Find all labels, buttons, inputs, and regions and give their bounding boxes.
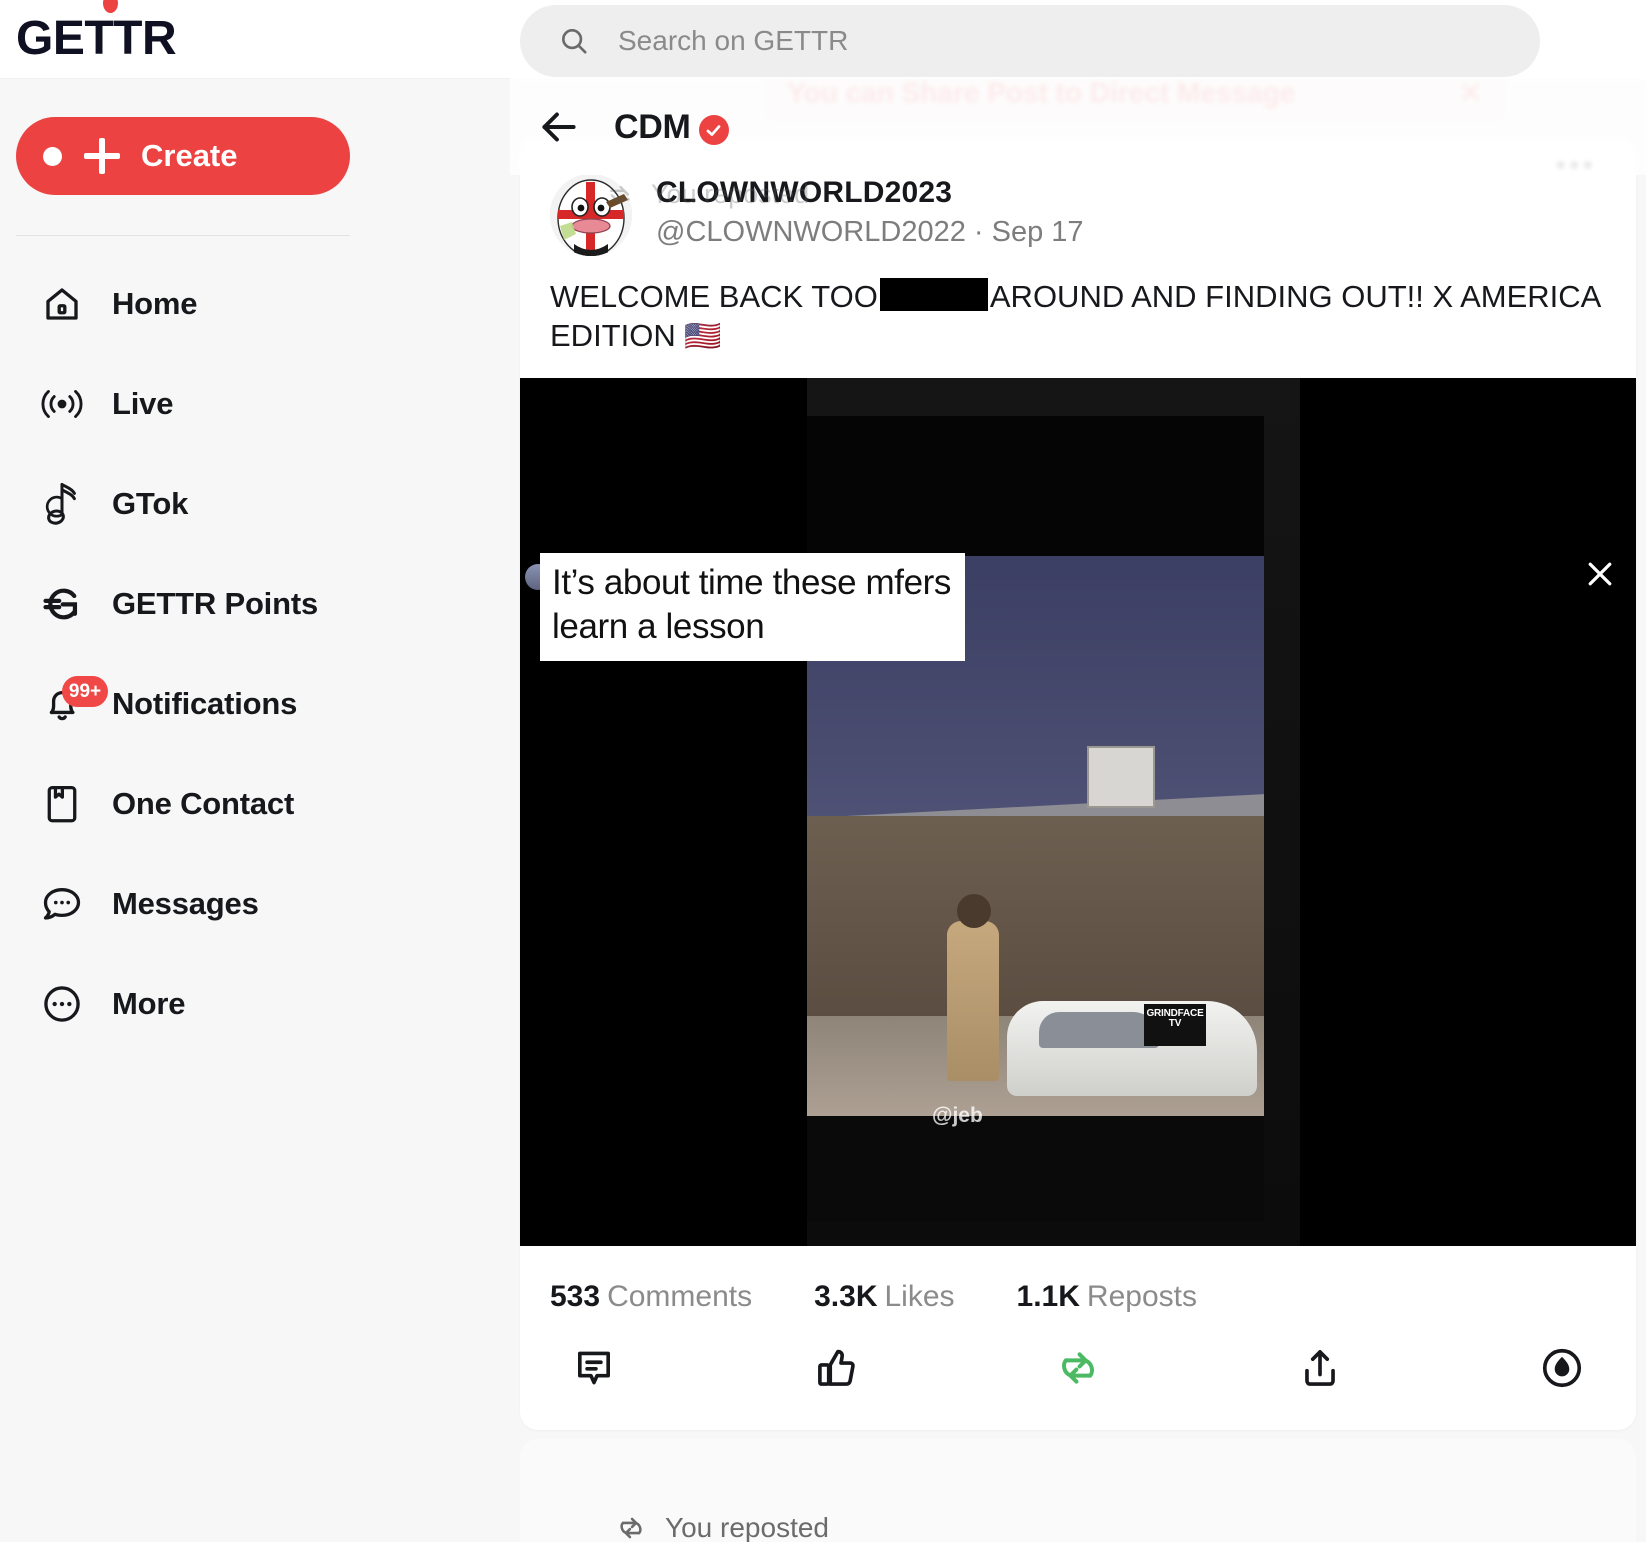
video-car-window bbox=[1039, 1011, 1159, 1048]
live-broadcast-icon bbox=[38, 380, 86, 428]
reposts-stat[interactable]: 1.1K Reposts bbox=[1017, 1280, 1197, 1314]
us-flag-emoji: 🇺🇸 bbox=[684, 319, 722, 353]
flame-icon bbox=[103, 0, 118, 13]
create-button[interactable]: Create bbox=[16, 117, 350, 195]
post-text-before: WELCOME BACK TOO bbox=[550, 279, 878, 314]
gettr-app: GETTR Create Home Live GTok GETTR Points… bbox=[0, 0, 1646, 1542]
comments-label: Comments bbox=[607, 1279, 753, 1313]
gettr-logo[interactable]: GETTR bbox=[16, 0, 177, 65]
post-header: CDM bbox=[510, 79, 1646, 175]
logo-bar: GETTR bbox=[0, 0, 510, 79]
comment-icon bbox=[577, 1351, 611, 1384]
home-icon bbox=[38, 280, 86, 328]
gettr-points-icon bbox=[38, 580, 86, 628]
post-actions bbox=[520, 1314, 1636, 1430]
video-watermark: GRINDFACE TV bbox=[1144, 1003, 1206, 1046]
sidebar-item-messages[interactable]: Messages bbox=[0, 854, 510, 954]
sidebar-item-label: GTok bbox=[112, 486, 189, 521]
create-button-label: Create bbox=[141, 138, 238, 173]
sidebar-item-label: Notifications bbox=[112, 686, 298, 721]
likes-label: Likes bbox=[884, 1279, 955, 1313]
comment-button[interactable] bbox=[566, 1340, 622, 1396]
like-button[interactable] bbox=[808, 1340, 864, 1396]
sidebar-item-label: One Contact bbox=[112, 786, 295, 821]
contact-card-icon bbox=[38, 780, 86, 828]
repost-button[interactable] bbox=[1050, 1340, 1106, 1396]
plus-icon bbox=[84, 138, 120, 174]
tip-coin-icon bbox=[1542, 1348, 1582, 1387]
video-ac-unit bbox=[1087, 745, 1155, 808]
close-icon[interactable] bbox=[1582, 556, 1618, 592]
sidebar-item-label: Live bbox=[112, 386, 174, 421]
like-thumbs-up-icon bbox=[818, 1349, 855, 1386]
likes-count: 3.3K bbox=[814, 1279, 878, 1313]
repost-icon bbox=[1062, 1351, 1094, 1384]
sidebar-item-notifications[interactable]: 99+ Notifications bbox=[0, 654, 510, 754]
sidebar-item-gtok[interactable]: GTok bbox=[0, 454, 510, 554]
video-frame: GRINDFACE TV @jeb bbox=[807, 415, 1264, 1221]
search-box[interactable] bbox=[520, 4, 1540, 77]
verified-check-icon bbox=[698, 115, 729, 145]
search-icon bbox=[562, 28, 587, 54]
redaction-box bbox=[879, 278, 988, 311]
repost-icon bbox=[610, 185, 630, 204]
video-person-body bbox=[947, 920, 999, 1081]
video-handle-watermark: @jeb bbox=[932, 1103, 983, 1127]
sidebar-divider bbox=[16, 235, 350, 236]
post-card: CLOWNWORLD2023 @CLOWNWORLD2022 · Sep 17 … bbox=[520, 139, 1636, 1430]
sidebar-item-live[interactable]: Live bbox=[0, 354, 510, 454]
sidebar-item-label: Messages bbox=[112, 886, 259, 921]
tip-button[interactable] bbox=[1534, 1340, 1590, 1396]
bell-icon: 99+ bbox=[38, 676, 108, 728]
comments-stat[interactable]: 533 Comments bbox=[550, 1280, 752, 1314]
back-arrow-icon[interactable] bbox=[534, 102, 584, 152]
message-bubble-icon bbox=[38, 880, 86, 928]
reposts-count: 1.1K bbox=[1016, 1279, 1080, 1313]
sidebar-nav: Home Live GTok GETTR Points 99+ Notifica… bbox=[0, 254, 510, 1054]
video-person-head bbox=[957, 893, 991, 928]
sidebar-item-one-contact[interactable]: One Contact bbox=[0, 754, 510, 854]
video-top-bar bbox=[807, 415, 1264, 556]
video-bottom-bar bbox=[807, 1115, 1264, 1221]
sidebar: GETTR Create Home Live GTok GETTR Points… bbox=[0, 0, 510, 1542]
ghost-repost-text: You reposted bbox=[651, 179, 810, 209]
post-stats: 533 Comments 3.3K Likes 1.1K Reposts bbox=[520, 1246, 1636, 1314]
reposts-label: Reposts bbox=[1086, 1279, 1197, 1313]
share-icon bbox=[1305, 1349, 1335, 1386]
music-note-icon bbox=[38, 480, 86, 528]
logo-text: GETTR bbox=[16, 12, 177, 65]
sidebar-item-gettr-points[interactable]: GETTR Points bbox=[0, 554, 510, 654]
notifications-badge: 99+ bbox=[62, 676, 108, 707]
repost-icon bbox=[620, 1517, 642, 1539]
sidebar-item-label: GETTR Points bbox=[112, 586, 318, 621]
video-caption: It’s about time these mfers learn a less… bbox=[540, 552, 965, 661]
sidebar-item-label: More bbox=[112, 986, 186, 1021]
search-input[interactable] bbox=[618, 24, 1438, 57]
sidebar-item-more[interactable]: More bbox=[0, 954, 510, 1054]
main-column: You can Share Post to Direct Message ✕ Y… bbox=[510, 0, 1646, 1542]
next-post-repost-banner: You reposted bbox=[520, 1439, 1636, 1542]
post-text: WELCOME BACK TOO AROUND AND FINDING OUT!!… bbox=[520, 256, 1636, 378]
sidebar-item-label: Home bbox=[112, 286, 198, 321]
search-bar bbox=[510, 0, 1646, 79]
comments-count: 533 bbox=[550, 1279, 601, 1313]
video-building bbox=[807, 815, 1264, 1026]
page-title: CDM bbox=[614, 107, 691, 146]
next-post-repost-label: You reposted bbox=[665, 1512, 829, 1542]
feed: You can Share Post to Direct Message ✕ Y… bbox=[510, 79, 1646, 1542]
create-dot-icon bbox=[43, 146, 62, 166]
more-ellipsis-icon bbox=[38, 980, 86, 1028]
post-video[interactable]: GRINDFACE TV @jeb It’s about time these … bbox=[520, 377, 1636, 1246]
video-caption-text: It’s about time these mfers learn a less… bbox=[552, 562, 952, 646]
likes-stat[interactable]: 3.3K Likes bbox=[814, 1280, 954, 1314]
sidebar-item-home[interactable]: Home bbox=[0, 254, 510, 354]
ghost-repost-label: You reposted bbox=[605, 179, 809, 210]
share-button[interactable] bbox=[1292, 1340, 1348, 1396]
author-handle-date: @CLOWNWORLD2022 · Sep 17 bbox=[656, 216, 1084, 248]
